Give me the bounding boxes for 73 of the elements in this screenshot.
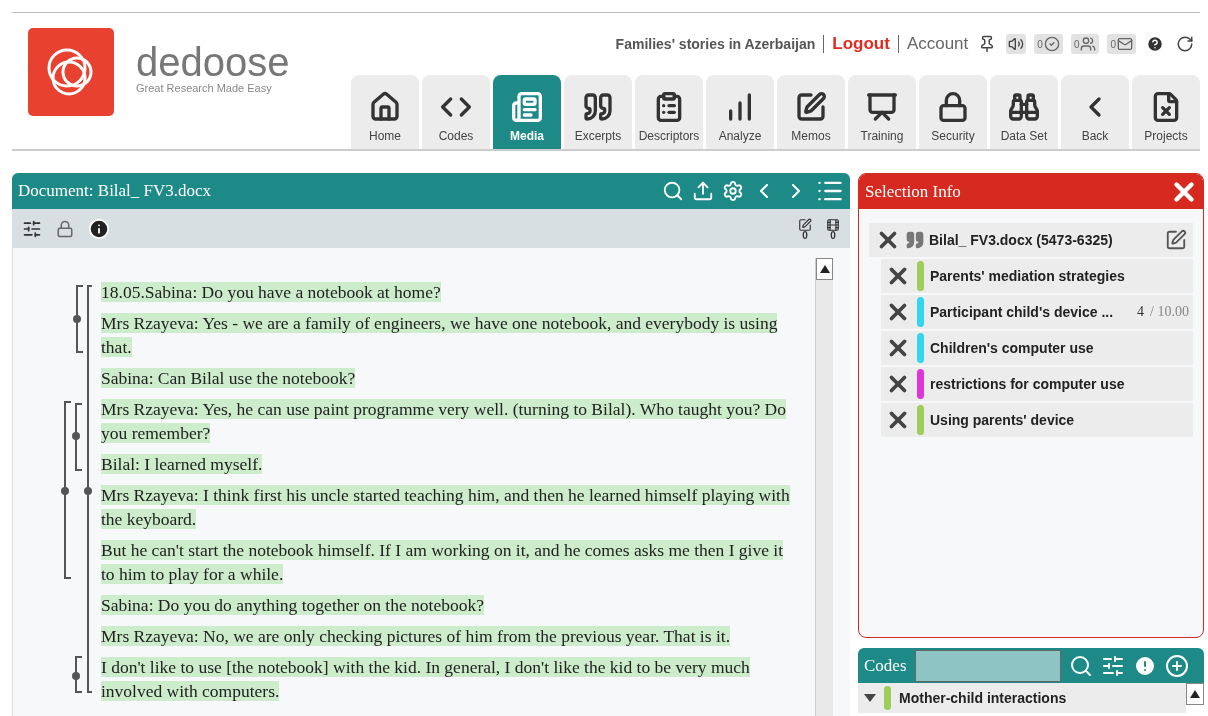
logo-tagline: Great Research Made Easy — [136, 82, 273, 94]
transcript-paragraph: Sabina: Do you do anything together on the notebook? — [101, 594, 485, 617]
transcript-paragraph: Sabina: Can Bilal use the notebook? — [101, 367, 357, 390]
logo-name: dedoose — [136, 42, 290, 82]
lock-icon — [937, 91, 969, 123]
presenter-icon — [866, 91, 898, 123]
house-icon — [369, 91, 401, 123]
code-name: restrictions for computer use — [930, 376, 1126, 392]
document-title: Document: Bilal_ FV3.docx — [18, 181, 213, 201]
nav-tab[interactable]: Descriptors — [635, 75, 703, 149]
settings-icon — [722, 180, 744, 202]
code-name: Parents' mediation strategies — [930, 268, 1126, 284]
excerpt-row[interactable]: Bilal_ FV3.docx (5473-6325) — [869, 223, 1193, 257]
nav-tab[interactable]: Analyze — [706, 75, 774, 149]
nav-tab[interactable]: Home — [351, 75, 419, 149]
applied-code-row[interactable]: Using parents' device — [881, 403, 1193, 437]
nav-tab[interactable]: Codes — [422, 75, 490, 149]
transcript-paragraph: Mrs Rzayeva: Yes, he can use paint programme very well. (turning to Bilal). Who taught you? Do you remember? — [101, 398, 787, 445]
note-pen-icon — [1165, 229, 1187, 251]
notification-badge[interactable]: 0 — [1034, 34, 1063, 54]
code-weight[interactable]: 4 — [1137, 304, 1145, 320]
code-name: Mother-child interactions — [899, 690, 1068, 706]
info-icon — [88, 217, 110, 240]
scrollbar[interactable] — [815, 258, 833, 716]
code-tree-row[interactable]: Mother-child interactions — [858, 683, 1186, 713]
transcript-paragraph: 18.05.Sabina: Do you have a notebook at home? — [101, 281, 442, 304]
quote-icon — [905, 230, 925, 250]
applied-code-row[interactable]: Parents' mediation strategies — [881, 259, 1193, 293]
nav-tab[interactable]: Data Set — [990, 75, 1058, 149]
search-icon — [1068, 653, 1093, 678]
sliders-icon — [1100, 653, 1125, 678]
code-search-field[interactable] — [914, 649, 1061, 682]
nav-tab[interactable]: Memos — [777, 75, 845, 149]
transcript-paragraph: Mrs Rzayeva: I think first his uncle started teaching him, and then he learned himself playing with the keyboard. — [101, 484, 791, 531]
nav-tab[interactable]: Projects — [1132, 75, 1200, 149]
transcript-paragraph: Mrs Rzayeva: No, we are only checking pictures of him from the previous year. That is it. — [101, 625, 732, 648]
add-icon — [1164, 653, 1189, 678]
upload-icon — [692, 180, 714, 202]
lock-icon — [56, 219, 74, 238]
transcript-paragraph: Mrs Rzayeva: Yes - we are a family of engineers, we have one notebook, and everybody is using that. — [101, 312, 779, 359]
transcript-paragraph: Bilal: I learned myself. — [101, 453, 264, 476]
applied-code-row[interactable]: restrictions for computer use — [881, 367, 1193, 401]
applied-code-row[interactable]: Children's computer use — [881, 331, 1193, 365]
code-name: Using parents' device — [930, 412, 1076, 428]
caret-icon[interactable] — [864, 694, 876, 702]
nav-tab[interactable]: Training — [848, 75, 916, 149]
sliders-icon — [22, 218, 42, 239]
logout-link[interactable]: Logout — [832, 34, 890, 54]
newspaper-icon — [511, 91, 543, 123]
memo-counter[interactable]: 0 — [798, 217, 812, 240]
nav-tab[interactable]: Media — [493, 75, 561, 149]
notification-badge[interactable]: 0 — [1107, 34, 1136, 54]
nav-tab[interactable]: Security — [919, 75, 987, 149]
excerpt-name: Bilal_ FV3.docx (5473-6325) — [929, 232, 1114, 248]
panel-title: Selection Info — [865, 181, 962, 202]
note-pen-icon — [795, 91, 827, 123]
speaker-icon[interactable] — [1006, 34, 1027, 54]
binoculars-icon — [1008, 91, 1040, 123]
account-link[interactable]: Account — [906, 34, 969, 54]
code-name: Children's computer use — [930, 340, 1095, 356]
code-name: Participant child's device ... — [930, 304, 1115, 320]
applied-code-row[interactable]: Participant child's device ... 4 / 10.00 — [881, 295, 1193, 329]
panel-title: Codes — [864, 655, 907, 676]
project-name: Families' stories in Azerbaijan — [615, 36, 816, 52]
transcript-paragraph: I don't like to use [the notebook] with the kid. In general, I don't like the kid to be very much involved with computers. — [101, 656, 751, 703]
search-icon — [662, 180, 684, 202]
nav-tab[interactable]: Back — [1061, 75, 1129, 149]
nav-tab[interactable]: Excerpts — [564, 75, 632, 149]
notification-badge[interactable]: 0 — [1070, 34, 1100, 54]
weight-maximum: / 10.00 — [1150, 304, 1189, 320]
excerpt-counter[interactable]: 0 — [826, 217, 840, 240]
quote-icon — [582, 91, 614, 123]
transcript-paragraph: But he can't start the notebook himself. If I am working on it, and he comes asks me then I give it to him to play for a while. — [101, 539, 785, 586]
